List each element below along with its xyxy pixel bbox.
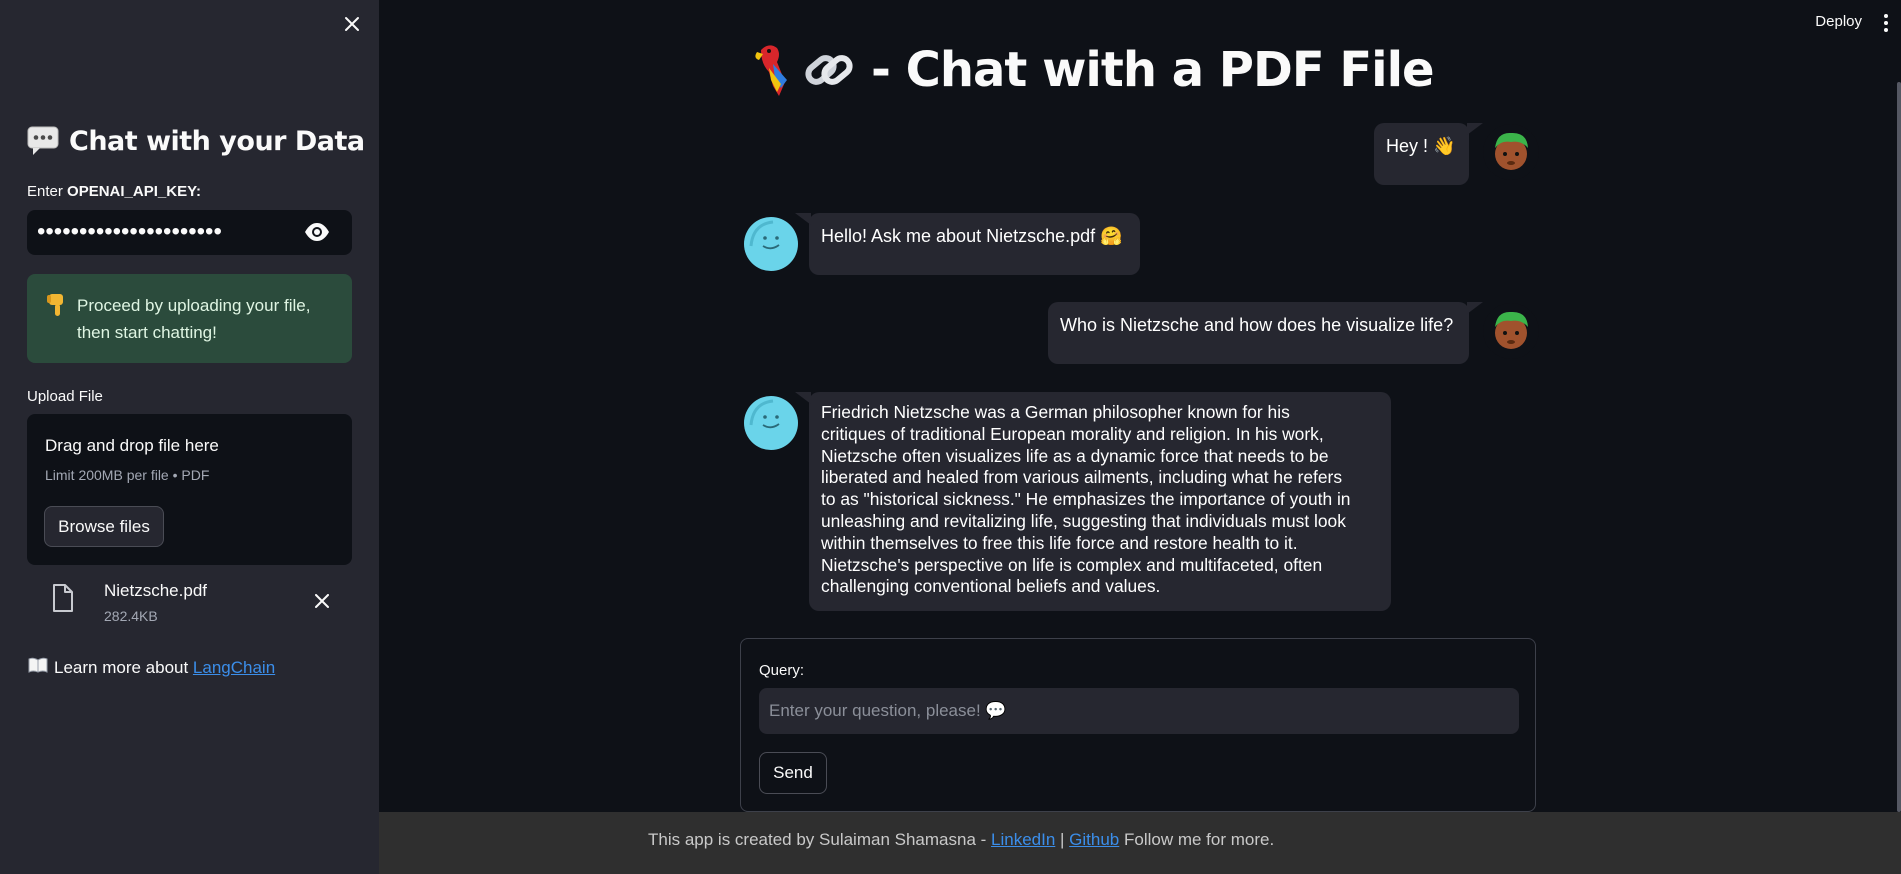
learn-more-prefix: Learn more about xyxy=(54,657,193,677)
message-text: Hello! Ask me about Nietzsche.pdf 🤗 xyxy=(821,226,1123,246)
file-size: 282.4KB xyxy=(104,608,158,624)
sidebar: Chat with your Data Enter OPENAI_API_KEY… xyxy=(0,0,379,874)
info-text-line: then start chatting! xyxy=(77,323,217,342)
footer-separator: | xyxy=(1055,830,1070,849)
parrot-icon xyxy=(745,42,801,98)
message-text: Hey ! 👋 xyxy=(1386,136,1456,156)
page-title: - Chat with a PDF File xyxy=(745,42,1435,98)
footer: This app is created by Sulaiman Shamasna… xyxy=(379,812,1901,874)
langchain-link[interactable]: LangChain xyxy=(193,658,275,677)
chat-message-user: Who is Nietzsche and how does he visuali… xyxy=(1048,302,1483,364)
bot-avatar-icon xyxy=(743,395,799,451)
info-text-line: Proceed by uploading your file, xyxy=(77,296,311,315)
info-alert: Proceed by uploading your file, then sta… xyxy=(27,274,352,363)
api-key-value[interactable]: •••••••••••••••••••••• xyxy=(37,219,222,245)
page-title-text: - Chat with a PDF File xyxy=(871,42,1435,98)
uploaded-file: Nietzsche.pdf 282.4KB xyxy=(27,578,352,628)
show-password-icon[interactable] xyxy=(304,222,330,242)
chat-message-bot: Friedrich Nietzsche was a German philoso… xyxy=(795,392,1391,611)
link-icon xyxy=(801,42,857,98)
chat-message-bot: Hello! Ask me about Nietzsche.pdf 🤗 xyxy=(795,213,1140,275)
pointing-down-icon xyxy=(47,292,67,363)
remove-file-icon[interactable] xyxy=(310,589,334,613)
main-menu-icon[interactable] xyxy=(1883,13,1893,33)
footer-text: This app is created by Sulaiman Shamasna… xyxy=(648,830,1274,850)
dropzone-limit: Limit 200MB per file • PDF xyxy=(45,467,210,483)
message-line: Nietzsche often visualizes life as a dyn… xyxy=(821,445,1329,466)
footer-prefix: This app is created by Sulaiman Shamasna… xyxy=(648,830,992,849)
close-sidebar-icon[interactable] xyxy=(339,11,365,37)
deploy-button[interactable]: Deploy xyxy=(1815,13,1862,30)
scrollbar[interactable] xyxy=(1897,82,1901,812)
linkedin-link[interactable]: LinkedIn xyxy=(991,830,1055,849)
upload-label: Upload File xyxy=(27,388,103,405)
query-input[interactable] xyxy=(759,688,1519,734)
learn-more: Learn more about LangChain xyxy=(28,657,275,678)
message-line: critiques of traditional European morali… xyxy=(821,423,1324,444)
api-key-label-prefix: Enter xyxy=(27,183,68,200)
browse-files-button[interactable]: Browse files xyxy=(44,506,164,547)
sidebar-title-text: Chat with your Data xyxy=(69,125,365,157)
message-line: to as "historical sickness." He emphasiz… xyxy=(821,489,1351,510)
query-form: Query: Send xyxy=(740,638,1536,812)
file-dropzone[interactable]: Drag and drop file here Limit 200MB per … xyxy=(27,414,352,565)
message-text: Who is Nietzsche and how does he visuali… xyxy=(1060,315,1454,335)
message-line: Friedrich Nietzsche was a German philoso… xyxy=(821,402,1290,422)
file-name: Nietzsche.pdf xyxy=(104,581,207,600)
api-key-label-name: OPENAI_API_KEY: xyxy=(67,183,201,200)
file-icon xyxy=(52,584,74,612)
github-link[interactable]: Github xyxy=(1069,830,1119,849)
main-area: Deploy - Chat with a PDF File Hey ! 👋 He… xyxy=(379,0,1901,874)
message-line: liberated and healed from various ailmen… xyxy=(821,467,1343,488)
dropzone-title: Drag and drop file here xyxy=(45,436,219,455)
api-key-input[interactable]: •••••••••••••••••••••• xyxy=(27,210,352,255)
message-line: within themselves to free this life forc… xyxy=(821,532,1298,553)
user-avatar-icon xyxy=(1483,124,1539,180)
speech-bubble-icon xyxy=(27,124,61,158)
user-avatar-icon xyxy=(1483,303,1539,359)
footer-suffix: Follow me for more. xyxy=(1119,830,1275,849)
bot-avatar-icon xyxy=(743,216,799,272)
info-text: Proceed by uploading your file, then sta… xyxy=(77,292,310,363)
message-line: Nietzsche's perspective on life is compl… xyxy=(821,554,1323,575)
book-icon xyxy=(28,657,48,678)
sidebar-title: Chat with your Data xyxy=(27,124,365,158)
chat-message-user: Hey ! 👋 xyxy=(1374,123,1483,185)
send-button[interactable]: Send xyxy=(759,752,827,794)
message-line: unleashing and revitalizing life, sugges… xyxy=(821,510,1346,531)
query-label: Query: xyxy=(759,662,805,679)
api-key-label: Enter OPENAI_API_KEY: xyxy=(27,183,201,200)
message-line: challenging conventional beliefs and val… xyxy=(821,576,1161,597)
